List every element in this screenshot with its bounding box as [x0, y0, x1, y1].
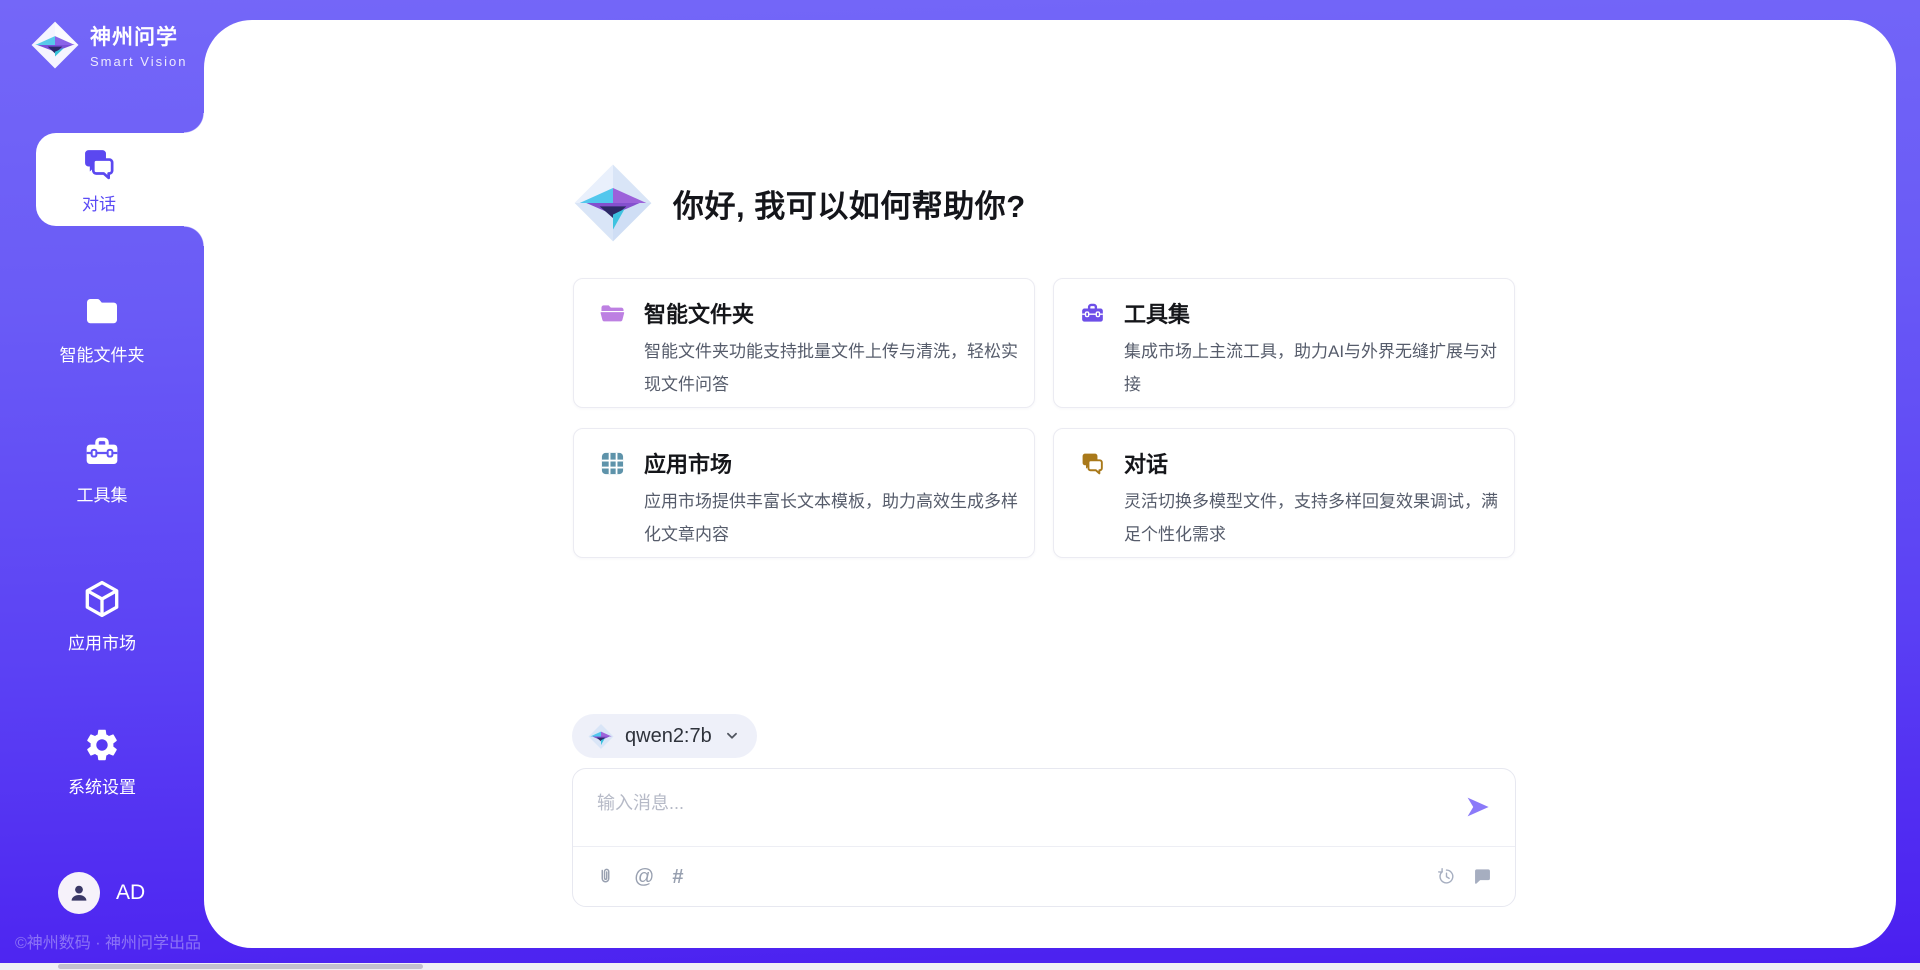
- history-icon[interactable]: [1436, 866, 1457, 887]
- gear-icon: [83, 726, 121, 764]
- horizontal-scrollbar: [0, 963, 1920, 970]
- hash-icon[interactable]: #: [672, 867, 683, 887]
- sidebar-item-label: 系统设置: [68, 773, 136, 798]
- card-title: 对话: [1124, 447, 1168, 479]
- brand-diamond-icon: [588, 723, 614, 750]
- sidebar: 神州问学 Smart Vision 对话 智能文件夹 工具集: [0, 0, 204, 970]
- sidebar-item-chat[interactable]: 对话: [36, 133, 208, 226]
- message-input[interactable]: [573, 769, 1433, 843]
- chat-icon: [80, 145, 118, 183]
- tab-curve-top: [184, 113, 204, 133]
- sidebar-item-toolset[interactable]: 工具集: [0, 432, 204, 506]
- brand-logo: 神州问学 Smart Vision: [30, 20, 187, 70]
- paperclip-icon[interactable]: [595, 866, 616, 887]
- model-name: qwen2:7b: [625, 725, 712, 748]
- card-title: 智能文件夹: [644, 297, 754, 329]
- folder-open-icon: [599, 300, 626, 327]
- card-toolset[interactable]: 工具集 集成市场上主流工具，助力AI与外界无缝扩展与对接: [1053, 278, 1515, 408]
- toolbox-icon: [82, 432, 122, 472]
- brand-subtitle: Smart Vision: [90, 54, 187, 69]
- card-title: 工具集: [1124, 297, 1190, 329]
- sidebar-item-label: 工具集: [77, 481, 128, 506]
- message-composer: @ #: [572, 768, 1516, 907]
- person-icon: [67, 881, 91, 905]
- folder-icon: [82, 292, 122, 332]
- card-app-market[interactable]: 应用市场 应用市场提供丰富长文本模板，助力高效生成多样化文章内容: [573, 428, 1035, 558]
- brand-name: 神州问学: [90, 21, 187, 51]
- sidebar-item-settings[interactable]: 系统设置: [0, 726, 204, 798]
- shortcut-cards: 智能文件夹 智能文件夹功能支持批量文件上传与清洗，轻松实现文件问答 工具集 集成…: [573, 278, 1515, 558]
- send-icon: [1465, 794, 1491, 820]
- brand-logo-icon: [30, 20, 80, 70]
- card-title: 应用市场: [644, 447, 732, 479]
- composer-toolbar: @ #: [573, 847, 1515, 906]
- briefcase-icon: [1079, 300, 1106, 327]
- avatar: [58, 872, 100, 914]
- tab-curve-bottom: [184, 226, 204, 246]
- copyright-footer: ©神州数码 · 神州问学出品: [15, 929, 201, 953]
- user-name: AD: [116, 881, 145, 905]
- horizontal-scrollbar-thumb[interactable]: [58, 964, 423, 969]
- brand-diamond-icon: [573, 161, 653, 245]
- cube-icon: [81, 578, 123, 620]
- model-selector[interactable]: qwen2:7b: [572, 714, 757, 758]
- card-chat[interactable]: 对话 灵活切换多模型文件，支持多样回复效果调试，满足个性化需求: [1053, 428, 1515, 558]
- greeting-title: 你好, 我可以如何帮助你?: [673, 181, 1026, 226]
- card-description: 应用市场提供丰富长文本模板，助力高效生成多样化文章内容: [644, 485, 1030, 551]
- sidebar-item-label: 智能文件夹: [60, 341, 145, 366]
- send-button[interactable]: [1463, 793, 1493, 823]
- greeting-block: 你好, 我可以如何帮助你?: [573, 161, 1026, 245]
- user-profile[interactable]: AD: [58, 872, 145, 914]
- chevron-down-icon: [723, 727, 741, 745]
- card-description: 灵活切换多模型文件，支持多样回复效果调试，满足个性化需求: [1124, 485, 1510, 551]
- chat-icon: [1079, 450, 1106, 477]
- sidebar-item-smart-folder[interactable]: 智能文件夹: [0, 292, 204, 366]
- feedback-icon[interactable]: [1472, 866, 1493, 887]
- main-content-panel: 你好, 我可以如何帮助你? 智能文件夹 智能文件夹功能支持批量文件上传与清洗，轻…: [204, 20, 1896, 948]
- sidebar-item-label: 对话: [82, 190, 116, 215]
- at-icon[interactable]: @: [634, 867, 654, 887]
- grid-icon: [599, 450, 626, 477]
- card-description: 集成市场上主流工具，助力AI与外界无缝扩展与对接: [1124, 335, 1510, 401]
- sidebar-item-app-market[interactable]: 应用市场: [0, 578, 204, 654]
- sidebar-item-label: 应用市场: [68, 629, 136, 654]
- card-description: 智能文件夹功能支持批量文件上传与清洗，轻松实现文件问答: [644, 335, 1030, 401]
- card-smart-folder[interactable]: 智能文件夹 智能文件夹功能支持批量文件上传与清洗，轻松实现文件问答: [573, 278, 1035, 408]
